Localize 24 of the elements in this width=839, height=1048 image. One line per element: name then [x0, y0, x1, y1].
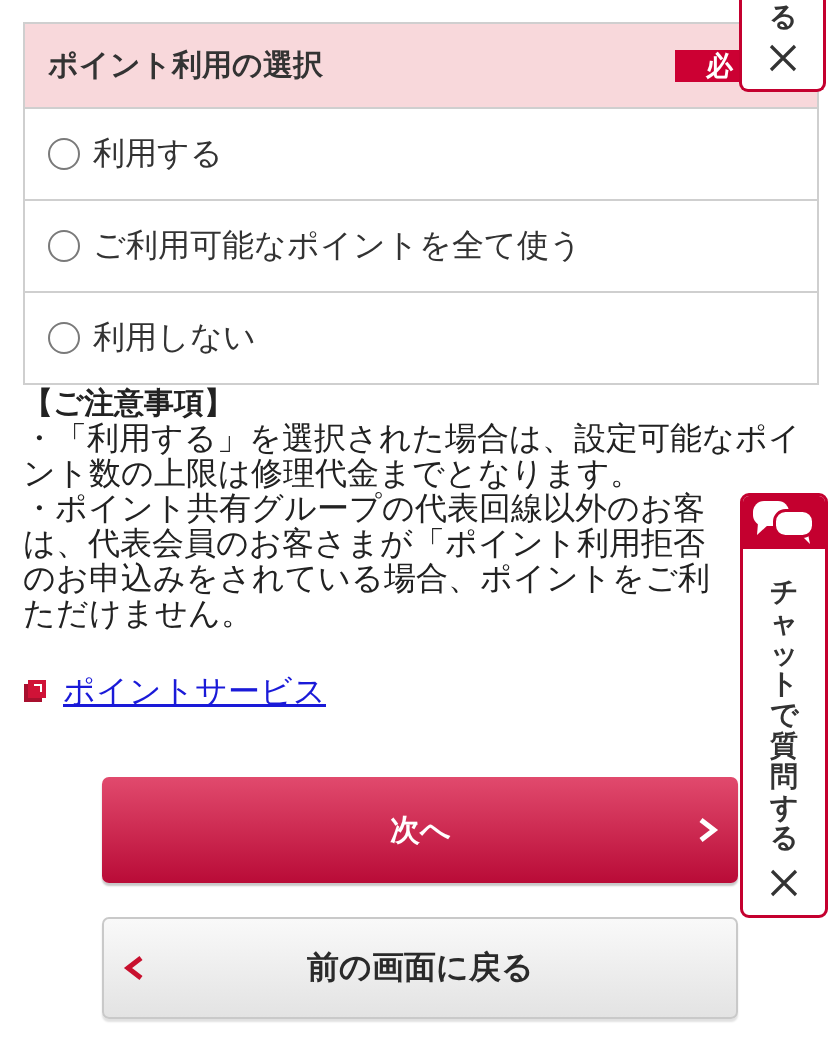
chevron-left-icon: [123, 956, 145, 980]
option-label[interactable]: 利用する: [93, 132, 223, 176]
option-label[interactable]: 利用しない: [93, 316, 256, 360]
note-text: は、代表会員のお客さまが「ポイント利用拒否: [23, 526, 705, 561]
note-text: のお申込みをされている場合、ポイントをご利: [23, 561, 710, 596]
radio-button[interactable]: [48, 322, 80, 354]
point-service-link[interactable]: ポイントサービス: [63, 671, 326, 711]
radio-button[interactable]: [48, 230, 80, 262]
new-window-icon: [24, 680, 46, 702]
chat-link[interactable]: チャットで質問する: [770, 577, 798, 855]
close-icon[interactable]: [767, 42, 798, 73]
chevron-right-icon: [697, 818, 719, 842]
chat-link[interactable]: る: [768, 2, 797, 33]
note-text: ただけません。: [23, 596, 253, 631]
option-label[interactable]: ご利用可能なポイントを全て使う: [93, 224, 582, 268]
back-button[interactable]: 前の画面に戻る: [102, 917, 738, 1019]
section-title: ポイント利用の選択: [48, 46, 323, 84]
note-text: ・ポイント共有グループの代表回線以外のお客: [23, 491, 705, 526]
next-button[interactable]: 次へ: [102, 777, 738, 883]
close-icon[interactable]: [769, 868, 799, 899]
note-text: ・「利用する」を選択された場合は、設定可能なポイント数の上限は修理代金までとなります。: [23, 421, 802, 491]
speech-bubbles-icon: [753, 500, 815, 545]
notes-heading: 【ご注意事項】: [23, 385, 234, 421]
radio-button[interactable]: [48, 138, 80, 170]
